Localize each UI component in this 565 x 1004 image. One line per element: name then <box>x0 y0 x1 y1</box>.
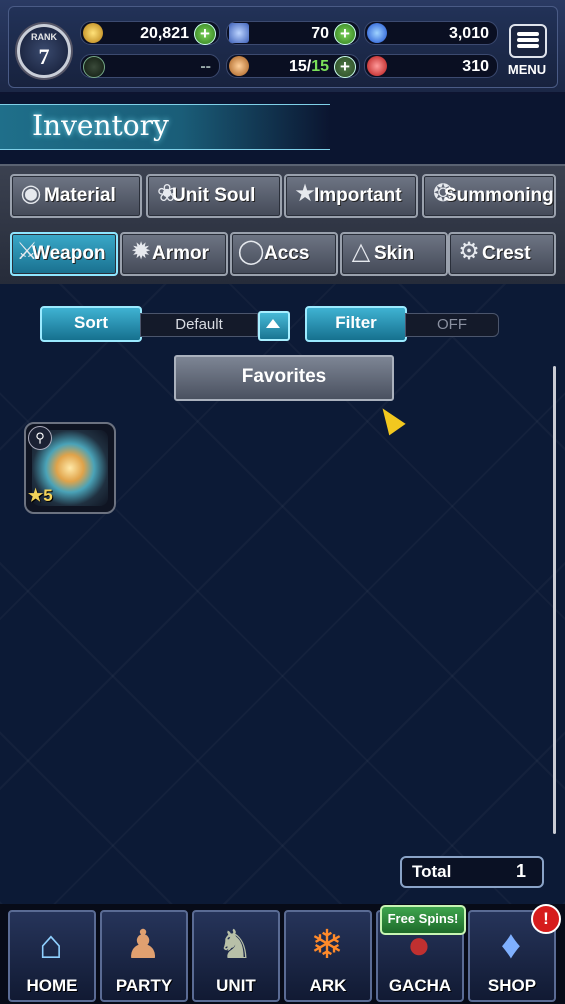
nav-ark[interactable]: ❄ ARK <box>284 910 372 1002</box>
tab-label: Crest <box>482 243 531 264</box>
stamina-value: -- <box>200 58 211 75</box>
tab-label: Armor <box>152 243 210 264</box>
blue-orb-icon <box>367 23 387 43</box>
gil-coin-icon <box>83 23 103 43</box>
crest-icon: ⚙ <box>458 238 480 265</box>
bottom-nav: ⌂ HOME ♟ PARTY ♞ UNIT ❄ ARK ● GACHA ♦ SH… <box>0 904 565 1004</box>
units-current: 15 <box>288 58 307 75</box>
total-count-box: Total 1 <box>400 856 544 888</box>
nav-home[interactable]: ⌂ HOME <box>8 910 96 1002</box>
tab-label: Material <box>44 185 116 206</box>
filter-value[interactable]: OFF <box>405 313 499 337</box>
red-orb-icon <box>367 56 387 76</box>
add-crystal-button[interactable]: + <box>334 23 356 45</box>
blue-orb-value: 3,010 <box>448 25 489 42</box>
tab-weapon[interactable]: ⚔ Weapon <box>10 232 118 276</box>
sort-button[interactable]: Sort <box>40 306 142 342</box>
nav-label: PARTY <box>115 976 173 995</box>
tab-label: Weapon <box>32 243 106 264</box>
favorites-button[interactable]: Favorites <box>174 355 394 401</box>
filter-button[interactable]: Filter <box>305 306 407 342</box>
tab-crest[interactable]: ⚙ Crest <box>448 232 556 276</box>
ring-icon: ◯ <box>237 238 265 265</box>
key-icon: ⚲ <box>28 426 52 450</box>
inventory-item[interactable]: ⚲ ★5 <box>24 422 116 514</box>
hamburger-icon <box>509 24 547 58</box>
red-orb-counter: 310 <box>364 54 498 78</box>
tab-important[interactable]: ★ Important <box>284 174 418 218</box>
tab-label: Unit Soul <box>172 185 256 206</box>
crystal-icon <box>229 23 249 43</box>
category-tabs: ◉ Material ❀ Unit Soul ★ Important ❂ Sum… <box>0 164 565 286</box>
nav-label: UNIT <box>216 976 256 995</box>
tab-label: Important <box>314 185 402 206</box>
tab-accs[interactable]: ◯ Accs <box>230 232 338 276</box>
tab-material[interactable]: ◉ Material <box>10 174 142 218</box>
rank-value: 7 <box>38 44 50 69</box>
free-spins-badge: Free Spins! <box>380 905 466 935</box>
unit-count: 15/15 <box>288 58 329 75</box>
tab-label: Accs <box>264 243 310 264</box>
add-gil-button[interactable]: + <box>194 23 216 45</box>
rank-badge[interactable]: RANK 7 <box>17 24 71 78</box>
nav-unit[interactable]: ♞ UNIT <box>192 910 280 1002</box>
sort-value[interactable]: Default <box>140 313 258 337</box>
party-icon: ♟ <box>125 923 161 967</box>
menu-button[interactable]: MENU <box>505 22 549 80</box>
gil-counter: 20,821 + <box>80 21 220 45</box>
nav-label: HOME <box>26 976 78 995</box>
shop-alert-badge: ! <box>531 904 561 934</box>
red-orb-value: 310 <box>462 58 489 75</box>
tab-unit-soul[interactable]: ❀ Unit Soul <box>146 174 282 218</box>
unit-icon: ♞ <box>217 923 253 967</box>
stamina-counter: -- <box>80 54 220 78</box>
menu-label: MENU <box>507 62 547 77</box>
total-value: 1 <box>515 861 526 881</box>
total-label: Total <box>412 862 452 881</box>
status-bar: RANK 7 20,821 + 70 + 3,010 -- 15/15 + 31… <box>0 0 565 94</box>
add-units-button[interactable]: + <box>334 56 356 78</box>
crystal-value: 70 <box>311 25 329 42</box>
unit-icon <box>229 56 249 76</box>
tab-armor[interactable]: ✹ Armor <box>120 232 228 276</box>
ark-flame-icon: ❄ <box>310 923 344 967</box>
item-rarity: ★5 <box>28 486 53 505</box>
bag-icon: ◉ <box>20 180 42 207</box>
tab-summoning[interactable]: ❂ Summoning <box>422 174 556 218</box>
nav-label: GACHA <box>388 976 452 995</box>
blue-orb-counter: 3,010 <box>364 21 498 45</box>
gil-value: 20,821 <box>140 25 189 42</box>
page-title: Inventory <box>32 109 169 142</box>
scrollbar[interactable] <box>553 366 556 834</box>
tab-label: Summoning <box>444 185 554 206</box>
tab-label: Skin <box>374 243 415 264</box>
hanger-icon: △ <box>351 238 371 265</box>
rarity-value: 5 <box>43 486 53 505</box>
crystal-counter: 70 + <box>226 21 360 45</box>
home-icon: ⌂ <box>38 923 64 967</box>
unit-counter: 15/15 + <box>226 54 360 78</box>
sword-icon <box>83 56 105 78</box>
page-title-banner: Inventory <box>0 104 330 150</box>
rank-label: RANK <box>31 32 57 42</box>
tab-skin[interactable]: △ Skin <box>340 232 448 276</box>
nav-party[interactable]: ♟ PARTY <box>100 910 188 1002</box>
nav-label: SHOP <box>487 976 537 995</box>
sort-order-button[interactable] <box>258 311 290 341</box>
units-max: 15 <box>311 58 329 75</box>
nav-label: ARK <box>309 976 347 995</box>
